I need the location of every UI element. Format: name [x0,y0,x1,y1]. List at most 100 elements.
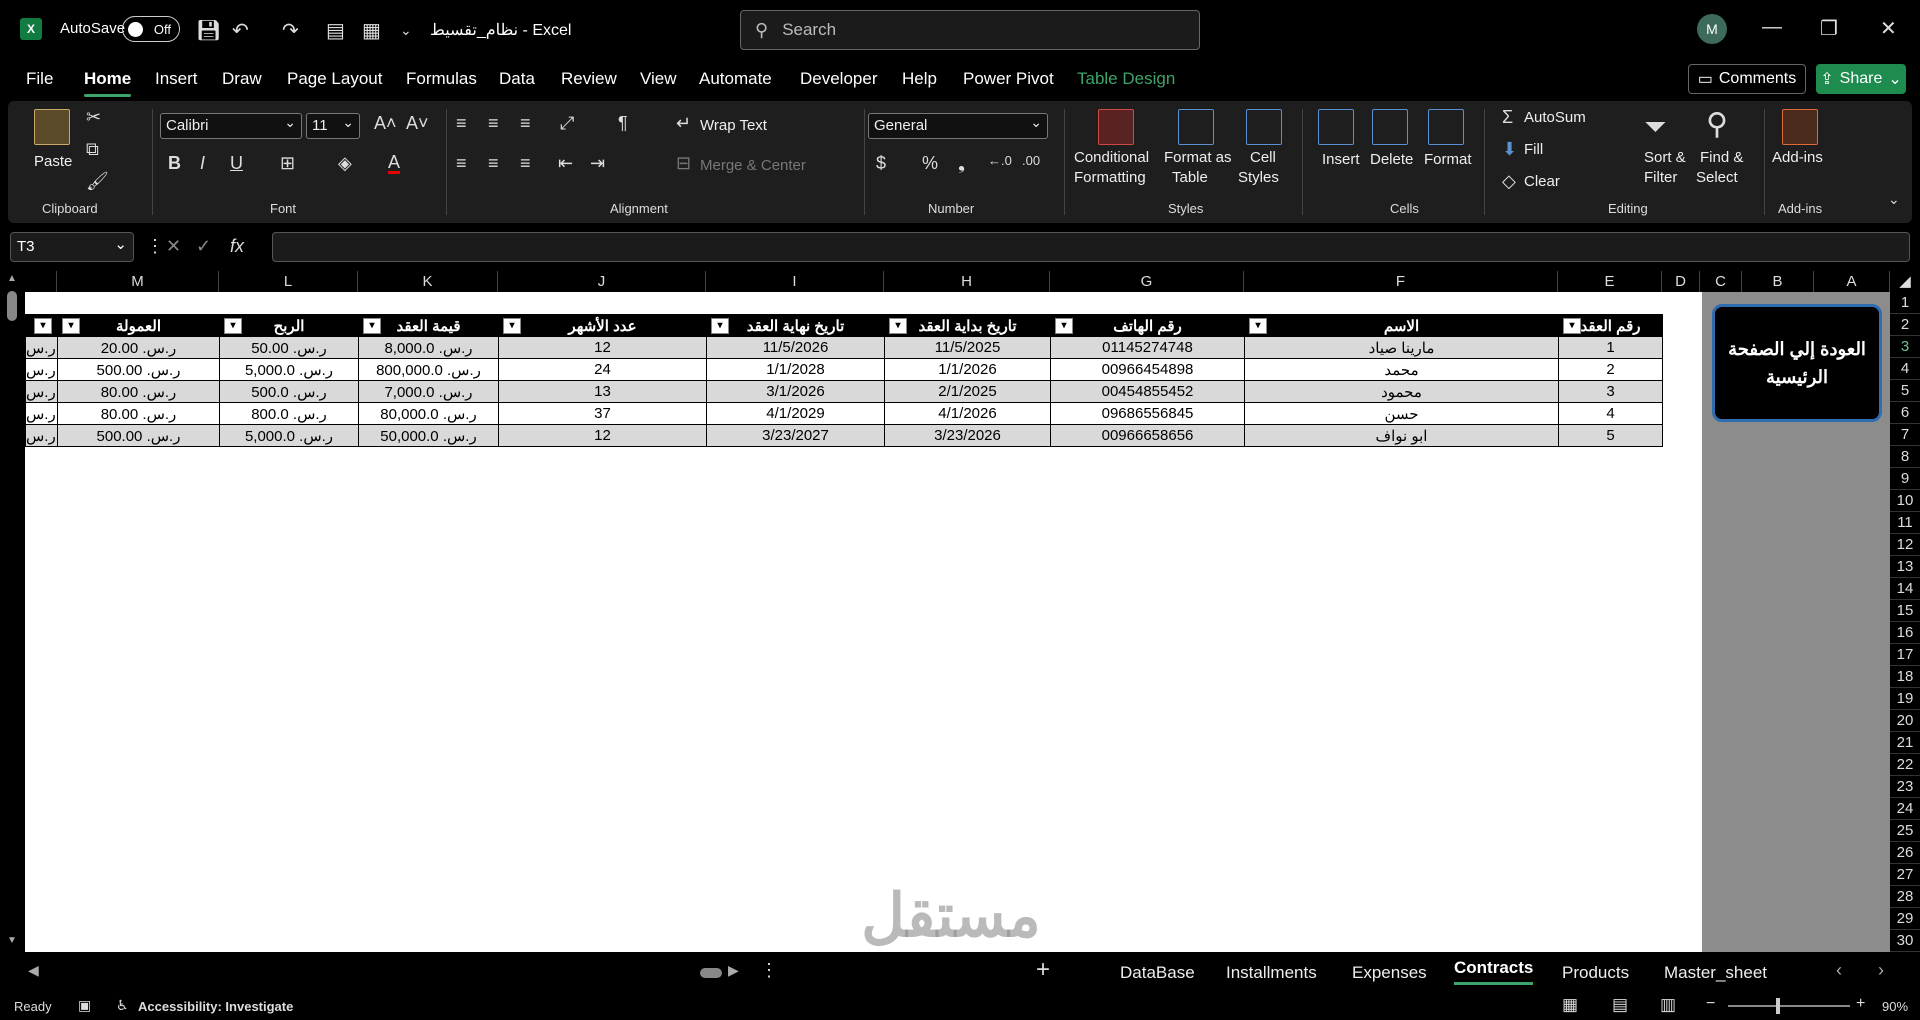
row-header[interactable]: 18 [1890,666,1920,688]
filter-dropdown-icon[interactable]: ▾ [62,318,80,334]
column-header[interactable] [25,271,57,292]
find-select-line2[interactable]: Select [1696,169,1738,186]
table-cell[interactable]: 11/5/2026 [706,336,885,359]
formula-input[interactable] [272,232,1910,262]
table-cell[interactable]: ر.س. 8,000.0 [358,336,499,359]
comments-button[interactable]: ▭ Comments [1688,64,1806,94]
row-header[interactable]: 22 [1890,754,1920,776]
zoom-slider[interactable] [1728,1005,1850,1007]
copy-icon[interactable]: ⧉ [86,139,99,160]
scroll-up-icon[interactable]: ▲ [7,273,17,284]
sort-filter-icon[interactable]: ⏷ [1644,111,1666,144]
sheet-tab-database[interactable]: DataBase [1120,963,1195,983]
add-ins-button[interactable]: Add-ins [1772,149,1823,166]
increase-indent-icon[interactable]: ⇥ [590,153,605,174]
select-all-corner[interactable]: ◢ [1890,271,1920,292]
delete-cells-icon[interactable] [1372,109,1408,145]
tab-formulas[interactable]: Formulas [406,69,477,89]
table-cell[interactable]: 3 [1558,380,1663,403]
filter-dropdown-icon[interactable]: ▾ [224,318,242,334]
tab-power-pivot[interactable]: Power Pivot [963,69,1054,89]
cell-styles-line1[interactable]: Cell [1250,149,1276,166]
page-break-view-icon[interactable]: ▥ [1660,995,1676,1015]
comma-style-icon[interactable]: ❟ [958,153,965,174]
form-icon[interactable]: ▦ [362,18,381,43]
insert-cells-icon[interactable] [1318,109,1354,145]
row-header[interactable]: 10 [1890,490,1920,512]
table-cell[interactable]: ر.س. 50.00 [219,336,359,359]
paste-button[interactable]: Paste [34,153,72,170]
vertical-scrollbar[interactable]: ▲ ▼ [0,271,25,952]
table-cell[interactable]: ر.س. 80.00 [57,380,220,403]
conditional-formatting-line1[interactable]: Conditional [1074,149,1149,166]
table-cell[interactable]: ر.س. 7,000.0 [358,380,499,403]
table-cell[interactable]: 11/5/2025 [884,336,1051,359]
clear-button[interactable]: Clear [1524,173,1560,190]
table-cell[interactable]: ر.س [25,402,58,425]
filter-dropdown-icon[interactable]: ▾ [503,318,521,334]
row-header[interactable]: 24 [1890,798,1920,820]
align-top-icon[interactable]: ≡ [456,113,467,134]
name-box[interactable]: T3 ⌄ [10,232,134,262]
new-sheet-icon[interactable]: + [1036,956,1050,984]
table-cell[interactable]: 2/1/2025 [884,380,1051,403]
sheet-tab-installments[interactable]: Installments [1226,963,1317,983]
row-header[interactable]: 21 [1890,732,1920,754]
tab-page-layout[interactable]: Page Layout [287,69,382,89]
filter-dropdown-icon[interactable]: ▾ [1249,318,1267,334]
scroll-thumb[interactable] [7,291,17,321]
column-header[interactable]: H [884,271,1050,292]
row-header[interactable]: 9 [1890,468,1920,490]
row-header[interactable]: 14 [1890,578,1920,600]
delete-cells-button[interactable]: Delete [1370,151,1413,168]
collapse-ribbon-icon[interactable]: ⌄ [1888,191,1900,208]
sort-filter-line2[interactable]: Filter [1644,169,1677,186]
row-header[interactable]: 1 [1890,292,1920,314]
sheet-tab-contracts[interactable]: Contracts [1454,958,1534,985]
scroll-left-icon[interactable]: ◀ [28,962,39,979]
column-header[interactable]: J [498,271,706,292]
cell-styles-icon[interactable] [1246,109,1282,145]
table-cell[interactable]: 1/1/2028 [706,358,885,381]
sheet-tab-master-sheet[interactable]: Master_sheet [1664,963,1767,983]
table-row[interactable]: ر.س ر.س. 500.00 ر.س. 5,000.0 ر.س. 50,000… [25,424,1663,447]
row-header[interactable]: 12 [1890,534,1920,556]
horizontal-scroll-thumb[interactable] [700,968,722,978]
avatar[interactable]: M [1697,14,1727,44]
macro-record-icon[interactable]: ▣ [78,997,91,1014]
format-as-table-icon[interactable] [1178,109,1214,145]
table-row[interactable]: ر.س ر.س. 500.00 ر.س. 5,000.0 ر.س. 800,00… [25,358,1663,381]
find-select-line1[interactable]: Find & [1700,149,1743,166]
zoom-slider-thumb[interactable] [1776,998,1780,1014]
table-cell[interactable]: حسن [1244,402,1559,425]
zoom-out-icon[interactable]: − [1706,995,1715,1013]
row-header[interactable]: 13 [1890,556,1920,578]
table-row[interactable]: ر.س ر.س. 80.00 ر.س. 500.0 ر.س. 7,000.0 1… [25,380,1663,403]
print-preview-icon[interactable]: ▤ [326,18,345,43]
column-header[interactable]: A [1814,271,1890,292]
table-row[interactable]: ر.س ر.س. 80.00 ر.س. 800.0 ر.س. 80,000.0 … [25,402,1663,425]
format-as-table-line2[interactable]: Table [1172,169,1208,186]
insert-function-button[interactable]: fx [230,236,244,257]
filter-dropdown-icon[interactable]: ▾ [889,318,907,334]
fill-color-icon[interactable]: ◈ [338,153,352,174]
table-cell[interactable]: 3/23/2027 [706,424,885,447]
tab-file[interactable]: File [26,69,53,89]
table-cell[interactable]: ر.س [25,336,58,359]
share-button[interactable]: ⇪ Share ⌄ [1816,64,1906,94]
row-header[interactable]: 6 [1890,402,1920,424]
page-layout-view-icon[interactable]: ▤ [1612,995,1628,1015]
table-row[interactable]: ر.س ر.س. 20.00 ر.س. 50.00 ر.س. 8,000.0 1… [25,336,1663,359]
align-center-icon[interactable]: ≡ [488,153,499,174]
table-cell[interactable]: ر.س. 500.00 [57,424,220,447]
tab-data[interactable]: Data [499,69,535,89]
tab-insert[interactable]: Insert [155,69,198,89]
table-cell[interactable]: ر.س. 80.00 [57,402,220,425]
paste-icon[interactable] [34,109,70,145]
save-icon[interactable]: 💾︎ [196,18,221,43]
table-cell[interactable]: محمد [1244,358,1559,381]
row-header[interactable]: 20 [1890,710,1920,732]
format-cells-icon[interactable] [1428,109,1464,145]
table-cell[interactable]: 4/1/2029 [706,402,885,425]
filter-dropdown-icon[interactable]: ▾ [34,318,52,334]
